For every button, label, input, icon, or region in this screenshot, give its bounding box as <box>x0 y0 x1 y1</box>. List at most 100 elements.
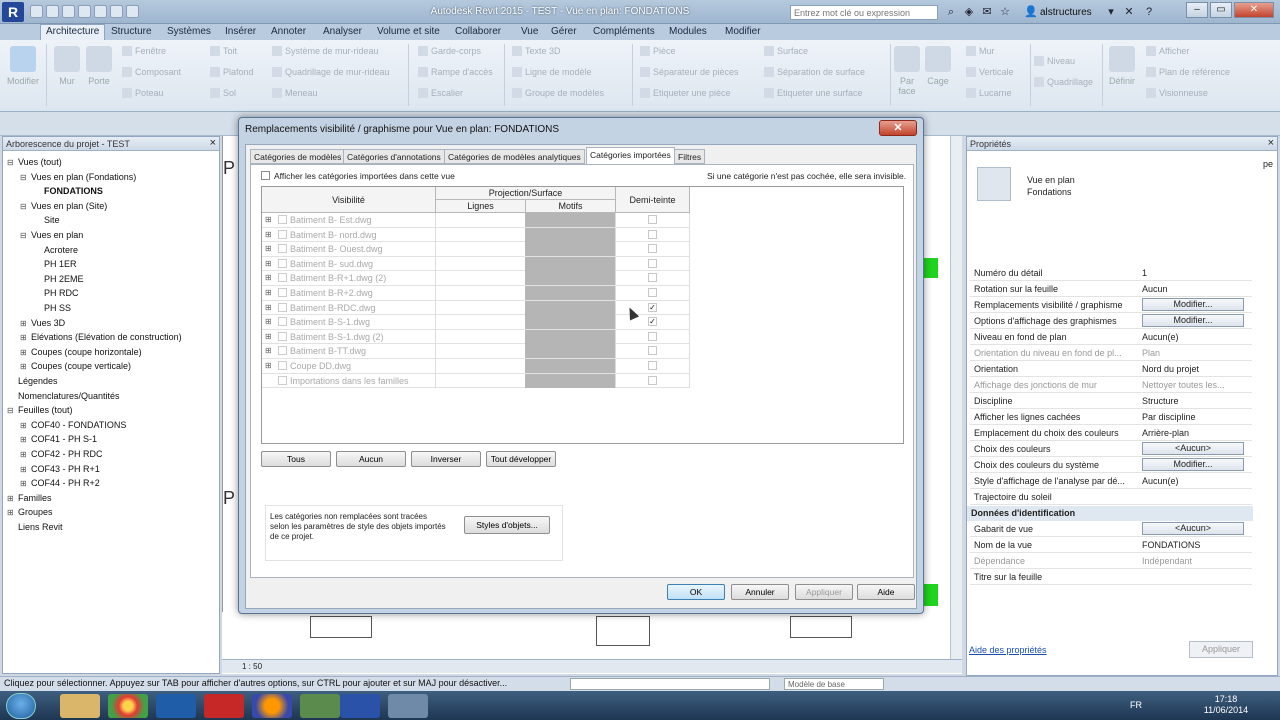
visibility-checkbox[interactable] <box>278 302 287 312</box>
ribbon-tab[interactable]: Vue <box>518 26 541 37</box>
halftone-checkbox[interactable] <box>648 331 657 341</box>
ribbon-tab[interactable]: Analyser <box>320 26 365 37</box>
tree-node[interactable]: ⊞ Elévations (Elévation de construction) <box>20 332 182 342</box>
visibility-checkbox[interactable] <box>278 346 287 356</box>
tree-toggle-icon[interactable]: ⊞ <box>7 494 14 503</box>
ribbon-window[interactable]: Fenêtre <box>122 46 166 56</box>
property-value[interactable]: Aucun(e) <box>1142 476 1246 486</box>
property-value[interactable]: Plan <box>1142 348 1246 358</box>
tree-node[interactable]: Nomenclatures/Quantités <box>7 391 120 401</box>
property-value[interactable]: Nord du projet <box>1142 364 1246 374</box>
property-value[interactable]: Aucun <box>1142 284 1246 294</box>
app-icon[interactable] <box>300 694 340 718</box>
view-scale[interactable]: 1 : 50 <box>242 662 262 671</box>
property-row[interactable]: Orientation Nord du projet <box>970 361 1252 377</box>
table-row[interactable]: ⊞ Batiment B- Ouest.dwg <box>262 242 690 257</box>
ribbon-grid[interactable]: Quadrillage <box>1034 77 1093 87</box>
visibility-checkbox[interactable] <box>278 361 287 370</box>
ribbon-tag-area[interactable]: Etiqueter une surface <box>764 88 863 98</box>
maximize-button[interactable]: ▭ <box>1210 2 1232 18</box>
tree-node[interactable]: ⊞ COF41 - PH S-1 <box>20 434 97 444</box>
expand-icon[interactable]: ⊞ <box>265 332 272 341</box>
cancel-button[interactable]: Annuler <box>731 584 789 600</box>
halftone-checkbox[interactable] <box>648 375 657 385</box>
search-input[interactable] <box>790 5 938 20</box>
visibility-checkbox[interactable] <box>278 317 287 327</box>
table-row[interactable]: ⊞ Batiment B-S-1.dwg ✓ <box>262 315 690 330</box>
acrobat-icon[interactable] <box>204 694 244 718</box>
tree-toggle-icon[interactable]: ⊞ <box>20 319 27 328</box>
user-icon[interactable]: 👤 <box>1024 5 1038 19</box>
property-row[interactable]: Choix des couleurs du système Modifier... <box>970 457 1252 473</box>
ribbon-door-button[interactable]: Porte <box>84 44 114 104</box>
clock[interactable]: 17:18 11/06/2014 <box>1196 694 1256 716</box>
property-value[interactable]: Aucun(e) <box>1142 332 1246 342</box>
tree-node[interactable]: PH 2EME <box>33 274 84 284</box>
favorites-icon[interactable]: ☆ <box>998 5 1012 19</box>
checkbox-icon[interactable] <box>261 171 270 180</box>
ribbon-ceiling[interactable]: Plafond <box>210 67 254 77</box>
ribbon-mullion[interactable]: Meneau <box>272 88 318 98</box>
outlook-icon[interactable] <box>156 694 196 718</box>
halftone-checkbox[interactable]: ✓ <box>648 317 657 327</box>
tree-node[interactable]: PH SS <box>33 303 71 313</box>
chrome-icon[interactable] <box>108 694 148 718</box>
tree-toggle-icon[interactable]: ⊞ <box>20 333 27 342</box>
tree-toggle-icon[interactable]: ⊞ <box>20 465 27 474</box>
table-row[interactable]: ⊞ Coupe DD.dwg <box>262 359 690 374</box>
ribbon-show[interactable]: Afficher <box>1146 46 1189 56</box>
property-row[interactable]: Choix des couleurs <Aucun> <box>970 441 1252 457</box>
property-row[interactable]: Niveau en fond de plan Aucun(e) <box>970 329 1252 345</box>
property-row[interactable]: Affichage des jonctions de mur Nettoyer t… <box>970 377 1252 393</box>
ribbon-tab[interactable]: Architecture <box>40 24 106 40</box>
tree-node[interactable]: PH RDC <box>33 288 79 298</box>
help-button[interactable]: Aide <box>857 584 915 600</box>
property-value[interactable]: Par discipline <box>1142 412 1246 422</box>
ribbon-tab[interactable]: Structure <box>108 26 155 37</box>
tree-toggle-icon[interactable]: ⊞ <box>20 435 27 444</box>
tree-node[interactable]: ⊞ Groupes <box>7 507 53 517</box>
tree-toggle-icon[interactable]: ⊞ <box>20 479 27 488</box>
table-row[interactable]: ⊞ Batiment B-S-1.dwg (2) <box>262 329 690 345</box>
communication-icon[interactable]: ✉ <box>980 5 994 19</box>
expand-icon[interactable]: ⊞ <box>265 259 272 268</box>
expand-icon[interactable]: ⊞ <box>265 288 272 297</box>
ribbon-area[interactable]: Surface <box>764 46 808 56</box>
ribbon-ramp[interactable]: Rampe d'accès <box>418 67 493 77</box>
ribbon-shaft-button[interactable]: Cage <box>924 44 952 104</box>
property-row[interactable]: Emplacement du choix des couleurs Arrière… <box>970 425 1252 441</box>
ribbon-roof[interactable]: Toit <box>210 46 237 56</box>
print-icon[interactable] <box>94 5 107 18</box>
object-styles-button[interactable]: Styles d'objets... <box>464 516 550 534</box>
property-row[interactable]: Options d'affichage des graphismes Modifi… <box>970 313 1252 329</box>
ribbon-tab[interactable]: Collaborer <box>452 26 504 37</box>
ribbon-curtain-system[interactable]: Système de mur-rideau <box>272 46 379 56</box>
visibility-checkbox[interactable] <box>278 331 287 341</box>
tab-annotation-categories[interactable]: Catégories d'annotations <box>343 149 445 164</box>
property-row[interactable]: Orientation du niveau en fond de pl... Pl… <box>970 345 1252 361</box>
ribbon-model-group[interactable]: Groupe de modèles <box>512 88 604 98</box>
tree-toggle-icon[interactable]: ⊞ <box>20 348 27 357</box>
tab-model-categories[interactable]: Catégories de modèles <box>250 149 346 164</box>
save-icon[interactable] <box>46 5 59 18</box>
ribbon-tab[interactable]: Systèmes <box>164 26 214 37</box>
visibility-checkbox[interactable] <box>278 258 287 268</box>
property-row[interactable]: Nom de la vue FONDATIONS <box>970 537 1252 553</box>
tree-node[interactable]: Liens Revit <box>7 522 63 532</box>
tree-node[interactable]: ⊞ Coupes (coupe verticale) <box>20 361 131 371</box>
firefox-icon[interactable] <box>252 694 292 718</box>
ribbon-column[interactable]: Poteau <box>122 88 164 98</box>
expand-icon[interactable]: ⊞ <box>265 244 272 253</box>
open-icon[interactable] <box>30 5 43 18</box>
property-edit-button[interactable]: Modifier... <box>1142 314 1244 327</box>
ribbon-tab[interactable]: Modules <box>666 26 710 37</box>
ribbon-tab[interactable]: Insérer <box>222 26 259 37</box>
close-icon[interactable]: × <box>210 137 216 149</box>
help-icon[interactable]: ? <box>1142 5 1156 19</box>
ribbon-viewer[interactable]: Visionneuse <box>1146 88 1208 98</box>
dialog-close-button[interactable]: ✕ <box>879 120 917 136</box>
ribbon-by-face-button[interactable]: Par face <box>894 44 920 104</box>
halftone-checkbox[interactable]: ✓ <box>648 302 657 312</box>
tree-node[interactable]: Acrotere <box>33 245 78 255</box>
tree-node[interactable]: ⊞ Familles <box>7 493 52 503</box>
